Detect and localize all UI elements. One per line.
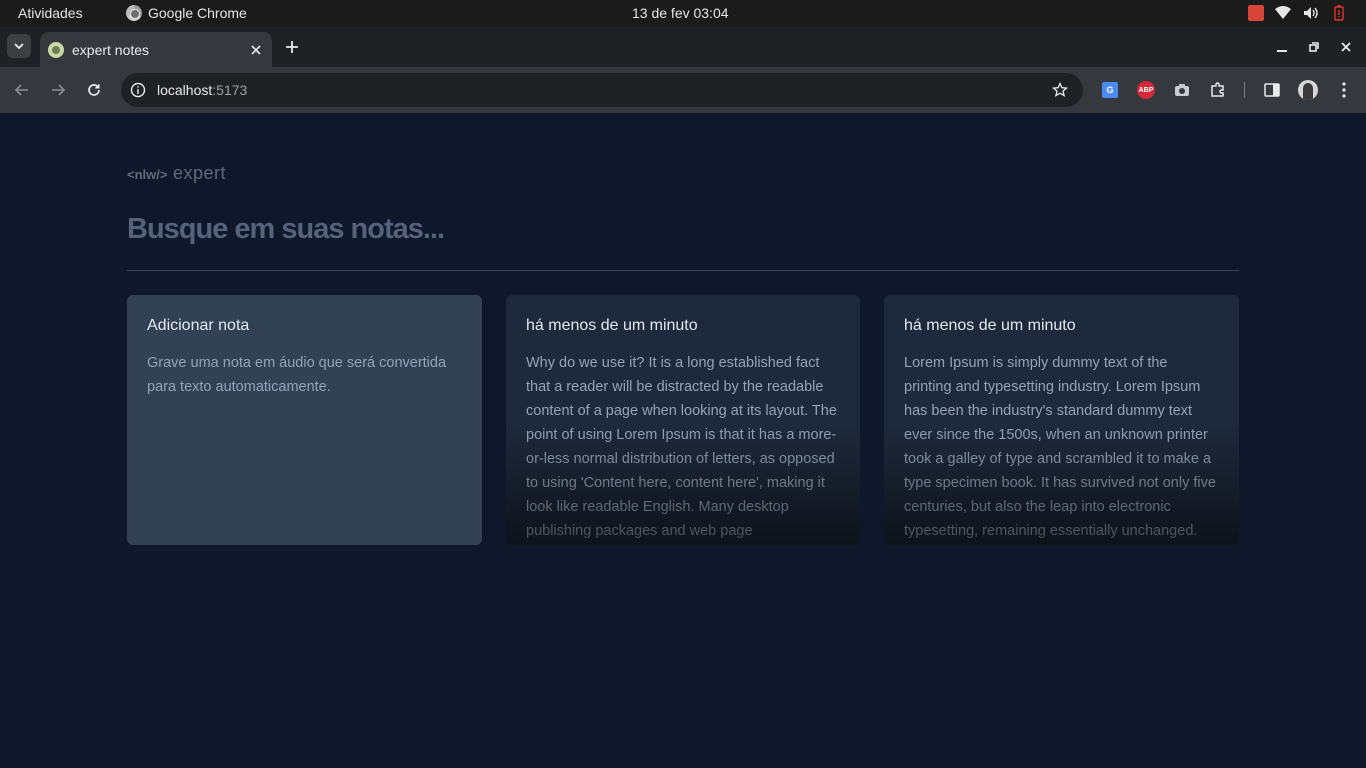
tab-expert-notes[interactable]: expert notes	[40, 32, 272, 67]
add-note-card[interactable]: Adicionar nota Grave uma nota em áudio q…	[127, 295, 482, 545]
search-divider	[127, 270, 1239, 271]
logo-bracket: <nlw/>	[127, 167, 168, 182]
search-input[interactable]	[127, 207, 1239, 251]
reload-button[interactable]	[82, 78, 106, 102]
arrow-right-icon	[52, 84, 65, 96]
restore-icon	[1309, 42, 1319, 52]
reload-icon	[88, 84, 100, 96]
profile-avatar[interactable]	[1298, 80, 1318, 100]
forward-button[interactable]	[46, 78, 70, 102]
note-date: há menos de um minuto	[904, 317, 1076, 334]
plus-icon	[286, 41, 298, 53]
note-card[interactable]: há menos de um minuto Lorem Ipsum is sim…	[884, 295, 1239, 545]
battery-icon[interactable]	[1330, 4, 1348, 22]
system-top-bar: Atividades Google Chrome 13 de fev 03:04	[0, 0, 1366, 27]
clock[interactable]: 13 de fev 03:04	[632, 5, 729, 21]
toolbar-divider	[1244, 82, 1245, 98]
add-note-title: Adicionar nota	[147, 317, 250, 334]
arrow-left-icon	[15, 84, 28, 96]
tab-strip: expert notes	[0, 27, 1366, 67]
app-menu[interactable]: Google Chrome	[126, 5, 247, 21]
logo-word: expert	[172, 163, 227, 183]
tab-title: expert notes	[72, 41, 150, 58]
close-tab-button[interactable]	[246, 40, 266, 60]
chevron-down-icon	[14, 43, 24, 49]
app-name: Google Chrome	[148, 5, 247, 21]
site-info-icon[interactable]	[129, 81, 147, 99]
window-controls	[1272, 37, 1356, 57]
note-content: Lorem Ipsum is simply dummy text of the …	[904, 355, 1216, 539]
new-tab-button[interactable]	[282, 37, 302, 57]
activities-button[interactable]: Atividades	[18, 5, 83, 21]
back-button[interactable]	[10, 78, 34, 102]
minimize-icon	[1277, 50, 1287, 52]
app-page: <nlw/> expert Adicionar nota Grave uma n…	[0, 113, 1366, 768]
chrome-icon	[126, 5, 142, 21]
url-port: :5173	[212, 82, 248, 98]
google-translate-extension-icon[interactable]: G	[1100, 80, 1120, 100]
camera-extension-icon[interactable]	[1172, 80, 1192, 100]
minimize-button[interactable]	[1272, 37, 1292, 57]
tab-search-button[interactable]	[7, 34, 31, 58]
close-window-button[interactable]	[1336, 37, 1356, 57]
note-card[interactable]: há menos de um minuto Why do we use it? …	[506, 295, 860, 545]
extensions-puzzle-icon[interactable]	[1208, 80, 1228, 100]
url-text[interactable]: localhost:5173	[157, 82, 247, 98]
url-host: localhost	[157, 82, 213, 98]
close-icon	[251, 44, 261, 55]
address-bar[interactable]: localhost:5173	[121, 73, 1083, 107]
favicon-icon	[48, 41, 64, 58]
restore-button[interactable]	[1304, 37, 1324, 57]
wifi-icon[interactable]	[1274, 4, 1292, 22]
kebab-menu-icon[interactable]	[1334, 80, 1354, 100]
anydesk-icon[interactable]	[1248, 5, 1264, 21]
side-panel-icon[interactable]	[1262, 80, 1282, 100]
volume-icon[interactable]	[1302, 4, 1320, 22]
bookmark-star-icon[interactable]	[1051, 81, 1069, 99]
note-date: há menos de um minuto	[526, 317, 698, 334]
close-icon	[1341, 42, 1351, 52]
add-note-description: Grave uma nota em áudio que será convert…	[147, 355, 447, 395]
nlw-expert-logo: <nlw/> expert	[127, 163, 226, 184]
note-content: Why do we use it? It is a long establish…	[526, 355, 837, 539]
browser-toolbar: localhost:5173 G ABP	[0, 67, 1366, 113]
adblock-plus-extension-icon[interactable]: ABP	[1136, 80, 1156, 100]
system-tray[interactable]	[1248, 4, 1348, 22]
